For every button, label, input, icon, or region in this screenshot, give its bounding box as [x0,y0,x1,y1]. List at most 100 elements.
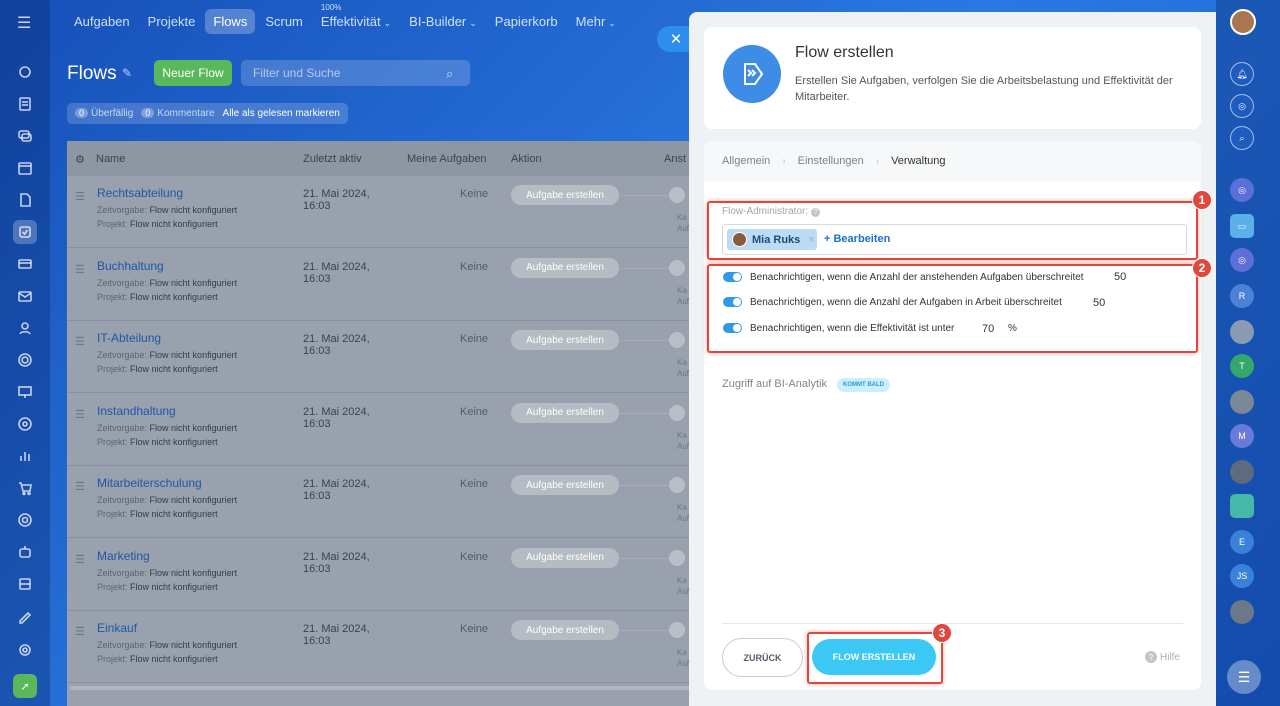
nav-flows[interactable]: Flows [205,8,256,34]
avatar[interactable] [669,187,685,203]
new-flow-button[interactable]: Neuer Flow [154,60,232,86]
horizontal-scrollbar[interactable] [70,686,690,690]
column-extra-value: Ka Auf [677,575,690,596]
create-task-button[interactable]: Aufgabe erstellen [511,330,619,350]
channel-icon-2[interactable]: ◎ [1230,248,1254,272]
flow-name-link[interactable]: Einkauf [97,621,137,635]
nav-mehr[interactable]: Mehr ⌄ [568,9,624,34]
tab-allgemein[interactable]: Allgemein [722,155,770,167]
mail-icon[interactable] [13,284,37,308]
create-task-button[interactable]: Aufgabe erstellen [511,185,619,205]
avatar[interactable] [669,622,685,638]
create-task-button[interactable]: Aufgabe erstellen [511,475,619,495]
avatar-r[interactable]: R [1230,284,1254,308]
create-task-button[interactable]: Aufgabe erstellen [511,620,619,640]
storage-icon[interactable] [13,572,37,596]
highlight-box-3 [807,632,943,684]
support-icon[interactable] [13,508,37,532]
flow-name-link[interactable]: Marketing [97,549,150,563]
nav-aufgaben[interactable]: Aufgaben [66,9,138,34]
pulse-icon[interactable] [13,60,37,84]
close-icon[interactable]: ✕ [657,26,691,52]
user-avatar-4[interactable] [1230,600,1254,624]
comments-counter[interactable]: 0 Kommentare [141,108,215,119]
overdue-counter[interactable]: 0 Überfällig [75,108,133,119]
bell-icon[interactable]: 🔔︎ [1230,62,1254,86]
nav-papierkorb[interactable]: Papierkorb [487,9,566,34]
user-avatar-1[interactable] [1230,320,1254,344]
tab-verwaltung[interactable]: Verwaltung [891,155,945,167]
channel-icon[interactable]: ◎ [1230,178,1254,202]
column-my-tasks[interactable]: Meine Aufgaben [407,153,487,165]
column-extra[interactable]: Anst [664,153,686,165]
rocket-icon[interactable]: ➚ [13,674,37,698]
target-icon[interactable] [13,412,37,436]
user-avatar-2[interactable] [1230,390,1254,414]
drag-handle-icon[interactable]: ☰ [75,190,85,203]
drag-handle-icon[interactable]: ☰ [75,263,85,276]
nav-projekte[interactable]: Projekte [140,9,204,34]
group-chat-icon[interactable] [1230,494,1254,518]
crm-icon[interactable] [13,252,37,276]
menu-icon[interactable]: ☰ [17,13,31,33]
chat-bubble-icon[interactable]: ▭ [1230,214,1254,238]
flow-name-link[interactable]: Instandhaltung [97,404,176,418]
sign-icon[interactable] [13,604,37,628]
calendar-icon[interactable] [13,156,37,180]
flow-name-link[interactable]: Mitarbeiterschulung [97,476,202,490]
drag-handle-icon[interactable]: ☰ [75,553,85,566]
avatar[interactable] [669,332,685,348]
create-task-button[interactable]: Aufgabe erstellen [511,402,619,423]
avatar-e[interactable]: E [1230,530,1254,554]
avatar[interactable] [669,259,685,276]
user-avatar-3[interactable] [1230,460,1254,484]
tab-einstellungen[interactable]: Einstellungen [798,155,864,167]
avatar[interactable] [669,404,685,421]
document-icon[interactable] [13,188,37,212]
back-button[interactable]: ZURÜCK [722,638,803,677]
tasks-icon[interactable] [13,220,37,244]
drag-handle-icon[interactable]: ☰ [75,480,85,493]
drag-handle-icon[interactable]: ☰ [75,335,85,348]
chat-fab-button[interactable]: ☰ [1227,660,1261,694]
column-extra-value: Ka Auf [677,430,690,451]
settings-icon[interactable] [13,638,37,662]
drag-handle-icon[interactable]: ☰ [75,408,85,421]
column-last-active[interactable]: Zuletzt aktiv [303,153,362,165]
nav-effektivit-t[interactable]: 100% Effektivität ⌄ [313,3,399,34]
flow-name-link[interactable]: IT-Abteilung [97,331,161,345]
nav-bi-builder[interactable]: BI-Builder ⌄ [401,9,485,34]
search-input[interactable] [241,60,470,86]
pencil-icon[interactable]: ✎ [122,66,132,80]
nav-super-label: 100% [320,2,342,12]
copilot-icon[interactable]: ◎ [1230,94,1254,118]
search-icon[interactable]: ⌕ [446,66,453,82]
avatar[interactable] [669,477,685,493]
avatar-m[interactable]: M [1230,424,1254,448]
cart-icon[interactable] [13,476,37,500]
presentation-icon[interactable] [13,380,37,404]
feed-icon[interactable] [13,92,37,116]
create-task-button[interactable]: Aufgabe erstellen [511,257,619,278]
help-link[interactable]: ? Hilfe [1145,651,1180,663]
profile-avatar[interactable] [1230,9,1256,35]
nav-scrum[interactable]: Scrum [257,9,311,34]
column-action[interactable]: Aktion [511,153,542,165]
gear-icon[interactable]: ⚙ [75,153,85,166]
contacts-icon[interactable] [13,316,37,340]
sites-icon[interactable] [13,348,37,372]
avatar-js[interactable]: JS [1230,564,1254,588]
drag-handle-icon[interactable]: ☰ [75,625,85,638]
robot-icon[interactable] [13,540,37,564]
mark-all-read-link[interactable]: Alle als gelesen markieren [223,108,340,119]
analytics-icon[interactable] [13,444,37,468]
avatar[interactable] [669,549,685,566]
column-name[interactable]: Name [96,153,125,165]
search-chat-icon[interactable]: ⌕ [1230,126,1254,150]
flow-name-link[interactable]: Rechtsabteilung [97,186,183,200]
flow-name-link[interactable]: Buchhaltung [97,259,164,273]
avatar-t[interactable]: T [1230,354,1254,378]
create-task-button[interactable]: Aufgabe erstellen [511,547,619,568]
chat-icon[interactable] [13,124,37,148]
deadline-value: Flow nicht konfiguriert [149,422,238,433]
